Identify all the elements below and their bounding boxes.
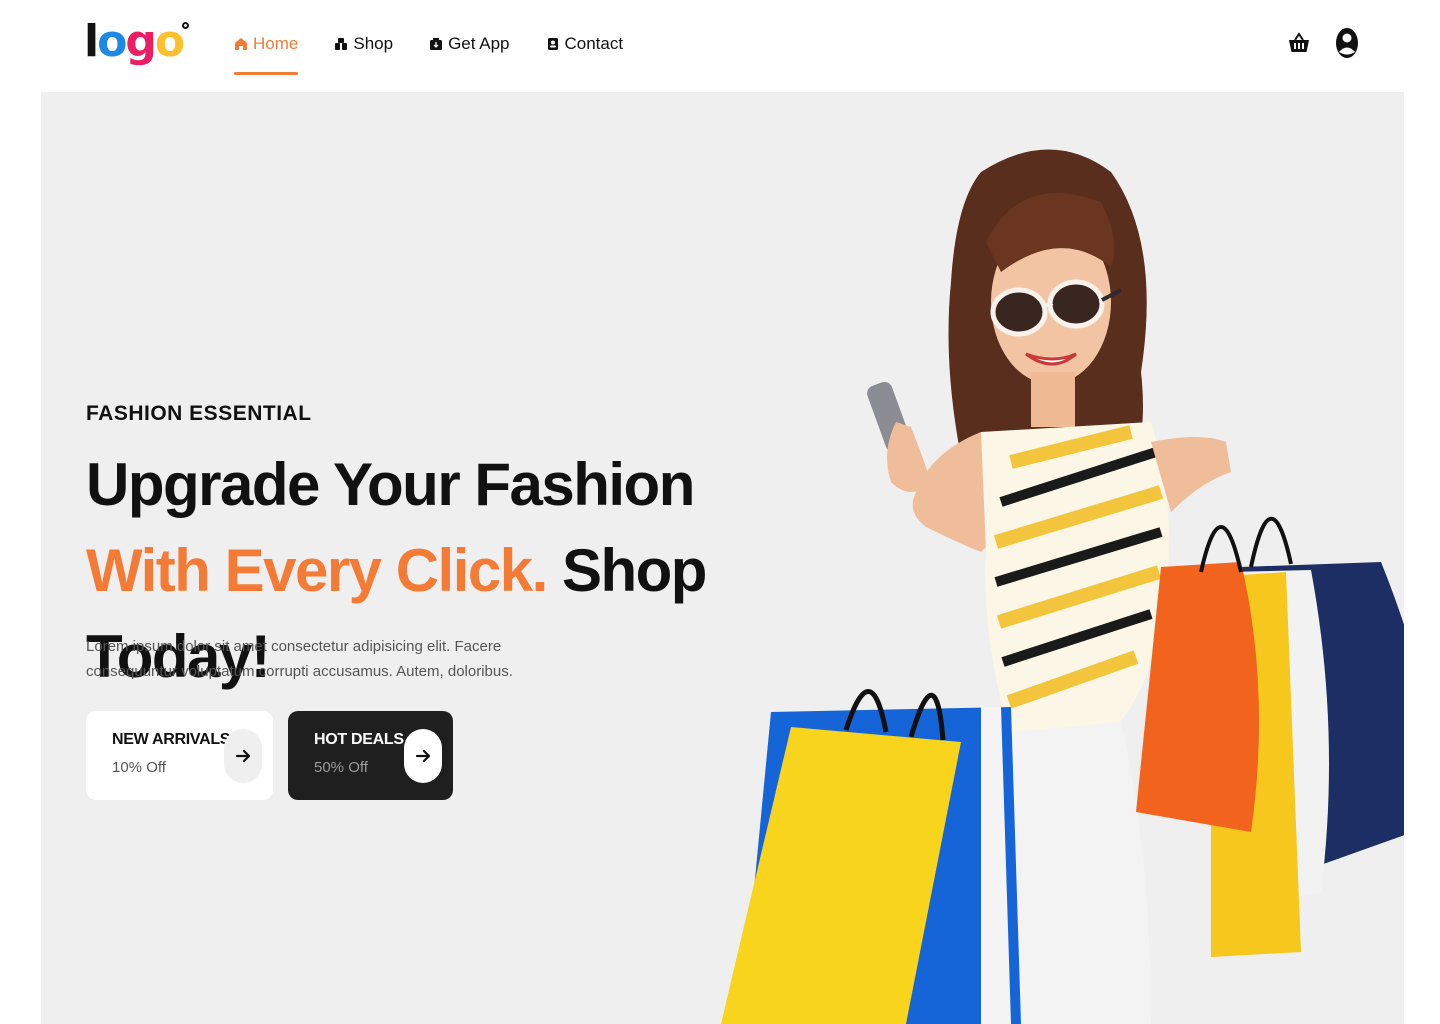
nav-item-shop[interactable]: Shop (334, 30, 393, 58)
new-arrivals-arrow[interactable] (224, 729, 262, 783)
logo-dot-icon (182, 22, 190, 29)
app-icon (430, 38, 443, 50)
nav-label-home: Home (253, 34, 299, 53)
cart-button[interactable] (1286, 26, 1312, 60)
header-actions (1286, 26, 1360, 60)
home-icon (235, 38, 247, 50)
nav-label-get-app: Get App (448, 34, 510, 53)
hot-deals-button[interactable]: HOT DEALS 50% Off (288, 711, 453, 800)
new-arrivals-button[interactable]: NEW ARRIVALS 10% Off (86, 711, 273, 800)
main-nav: Home Shop Get App Contact (234, 30, 624, 75)
nav-label-contact: Contact (564, 34, 624, 53)
nav-label-shop: Shop (353, 34, 394, 53)
logo[interactable]: logo (84, 12, 190, 72)
hero-eyebrow: FASHION ESSENTIAL (86, 402, 312, 425)
hero-model-image (721, 149, 1404, 1024)
shop-icon (335, 38, 348, 50)
new-arrivals-text: NEW ARRIVALS 10% Off (112, 731, 230, 776)
nav-item-contact[interactable]: Contact (546, 30, 624, 58)
logo-text: logo (84, 16, 185, 67)
headline-accent: With Every Click. (86, 537, 548, 604)
new-arrivals-title: NEW ARRIVALS (112, 731, 231, 748)
hot-deals-subtitle: 50% Off (314, 759, 368, 776)
hot-deals-title: HOT DEALS (314, 731, 404, 748)
hot-deals-text: HOT DEALS 50% Off (314, 731, 404, 776)
hero-description: Lorem ipsum dolor sit amet consectetur a… (86, 638, 513, 680)
arrow-right-icon (235, 749, 251, 763)
nav-item-home[interactable]: Home (234, 30, 299, 75)
hero-section: FASHION ESSENTIAL Upgrade Your Fashion W… (41, 92, 1404, 1024)
basket-icon (1289, 32, 1309, 52)
site-header: logo Home Shop Get App Contact (0, 0, 1440, 92)
user-icon (1336, 28, 1358, 58)
account-button[interactable] (1334, 26, 1360, 60)
arrow-right-icon (415, 749, 431, 763)
hot-deals-arrow[interactable] (404, 729, 442, 783)
contact-icon (547, 38, 558, 50)
new-arrivals-subtitle: 10% Off (112, 759, 166, 776)
nav-item-get-app[interactable]: Get App (429, 30, 510, 58)
headline-part1: Upgrade Your Fashion (86, 451, 695, 518)
